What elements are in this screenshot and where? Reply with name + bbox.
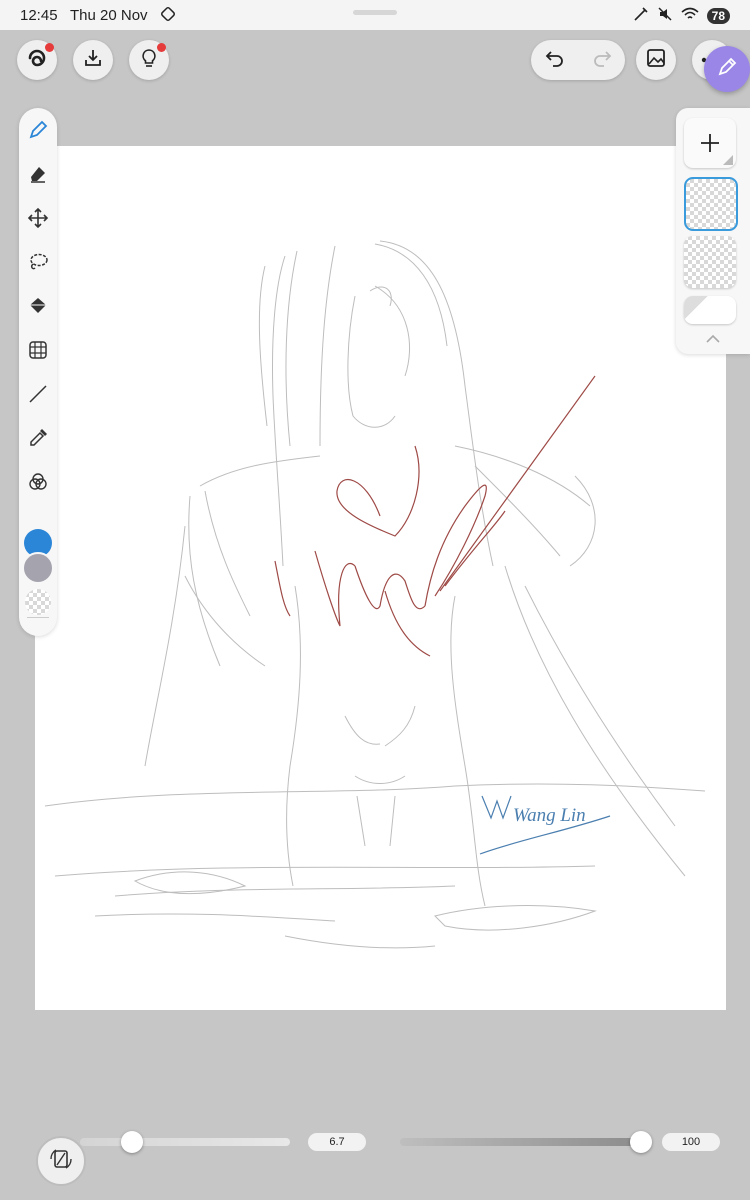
status-bar: 12:45 Thu 20 Nov 78 <box>0 0 750 30</box>
import-icon <box>82 47 104 74</box>
status-icons: 78 <box>633 6 730 26</box>
fill-tool[interactable] <box>23 293 53 323</box>
opacity-thumb[interactable] <box>630 1131 652 1153</box>
pen-icon <box>715 55 739 84</box>
tool-palette <box>19 108 57 636</box>
pen-tool[interactable] <box>23 117 53 147</box>
tips-button[interactable] <box>129 40 169 80</box>
eraser-icon <box>27 163 49 190</box>
fill-icon <box>27 295 49 322</box>
blend-tool[interactable] <box>23 469 53 499</box>
lasso-icon <box>27 251 49 278</box>
stylus-icon <box>633 6 649 26</box>
wifi-icon <box>681 6 699 26</box>
canvas-rotate-button[interactable] <box>36 1136 86 1186</box>
brush-size-slider[interactable] <box>80 1138 290 1146</box>
corner-mark <box>723 155 733 165</box>
transform-icon <box>27 339 49 366</box>
move-icon <box>27 207 49 234</box>
secondary-color-swatch[interactable] <box>22 552 54 584</box>
status-time: 12:45 <box>20 7 58 24</box>
canvas-rotate-icon <box>48 1146 74 1177</box>
move-tool[interactable] <box>23 205 53 235</box>
layers-panel <box>676 108 750 354</box>
brush-size-thumb[interactable] <box>121 1131 144 1153</box>
drag-handle[interactable] <box>353 10 397 15</box>
lightbulb-icon <box>138 47 160 74</box>
redo-icon <box>591 47 613 74</box>
opacity-value[interactable]: 100 <box>662 1133 720 1151</box>
add-layer-button[interactable] <box>684 118 736 168</box>
drawing-canvas[interactable]: Wang Lin <box>35 146 726 1010</box>
undo-button[interactable] <box>531 40 578 80</box>
redo-button[interactable] <box>578 40 625 80</box>
line-tool[interactable] <box>23 381 53 411</box>
add-layer-icon <box>698 131 722 160</box>
transform-tool[interactable] <box>23 337 53 367</box>
mute-icon <box>657 6 673 26</box>
quick-pen-button[interactable] <box>704 46 750 92</box>
eyedropper-icon <box>27 427 49 454</box>
notification-dot <box>157 43 166 52</box>
line-icon <box>27 383 49 410</box>
rotation-lock-icon <box>160 6 176 26</box>
import-button[interactable] <box>73 40 113 80</box>
notification-dot <box>45 43 54 52</box>
undo-icon <box>544 47 566 74</box>
gallery-icon <box>645 47 667 74</box>
eyedropper-tool[interactable] <box>23 425 53 455</box>
lasso-tool[interactable] <box>23 249 53 279</box>
gallery-button[interactable] <box>636 40 676 80</box>
eraser-tool[interactable] <box>23 161 53 191</box>
layer-thumbnail-selected[interactable] <box>684 177 738 231</box>
signature-text: Wang Lin <box>513 805 586 826</box>
battery-level: 78 <box>706 8 730 24</box>
blend-icon <box>27 471 49 498</box>
background-layer[interactable] <box>684 296 736 324</box>
toolbar-divider <box>27 617 49 618</box>
undo-redo-group <box>531 40 625 80</box>
brush-size-value[interactable]: 6.7 <box>308 1133 366 1151</box>
layer-thumbnail[interactable] <box>684 236 736 288</box>
transparent-color-swatch[interactable] <box>25 589 51 615</box>
status-date: Thu 20 Nov <box>70 7 148 24</box>
sketch-artwork: Wang Lin <box>44 240 706 949</box>
pen-icon <box>27 119 49 146</box>
collapse-icon[interactable] <box>705 331 721 349</box>
app-menu-button[interactable] <box>17 40 57 80</box>
opacity-slider[interactable] <box>400 1138 652 1146</box>
